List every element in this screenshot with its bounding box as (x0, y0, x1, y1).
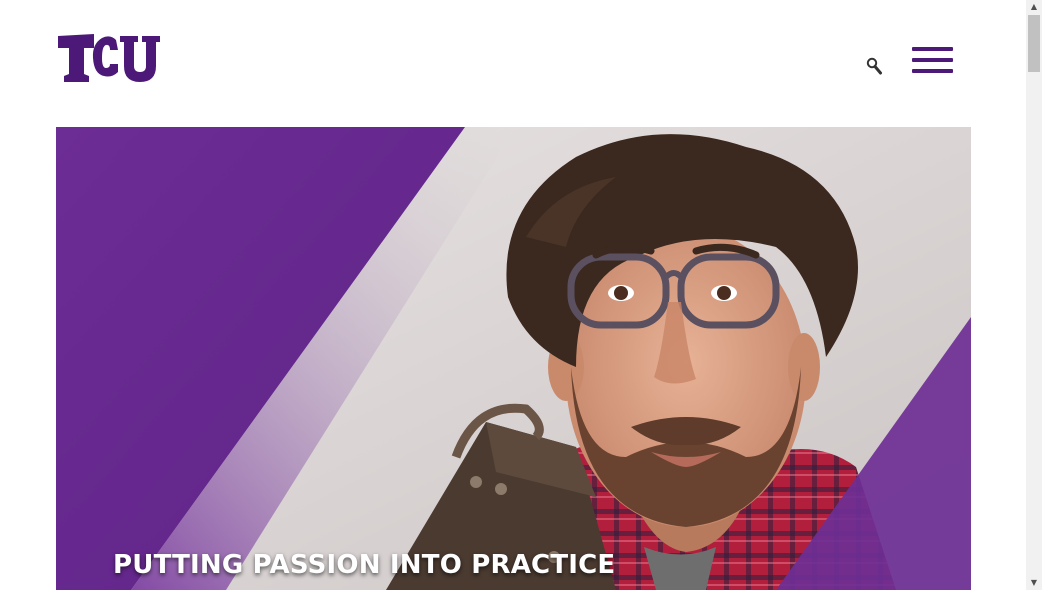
hamburger-menu-icon-bar (912, 69, 953, 73)
menu-button[interactable] (912, 46, 954, 74)
vertical-scrollbar[interactable]: ▲ ▼ (1026, 0, 1042, 590)
scroll-down-arrow-icon[interactable]: ▼ (1026, 576, 1042, 590)
hamburger-menu-icon-bar (912, 47, 953, 51)
hero-image (56, 127, 971, 590)
hero-title[interactable]: PUTTING PASSION INTO PRACTICE (113, 550, 615, 580)
tcu-logo[interactable] (56, 32, 162, 84)
search-icon (866, 57, 882, 75)
page: PUTTING PASSION INTO PRACTICE (0, 0, 1026, 590)
scrollbar-thumb[interactable] (1028, 15, 1040, 72)
scroll-up-arrow-icon[interactable]: ▲ (1026, 0, 1042, 14)
hero-banner[interactable]: PUTTING PASSION INTO PRACTICE (56, 127, 971, 590)
hamburger-menu-icon-bar (912, 58, 953, 62)
tcu-logo-icon (58, 34, 160, 82)
search-button[interactable] (864, 54, 886, 78)
